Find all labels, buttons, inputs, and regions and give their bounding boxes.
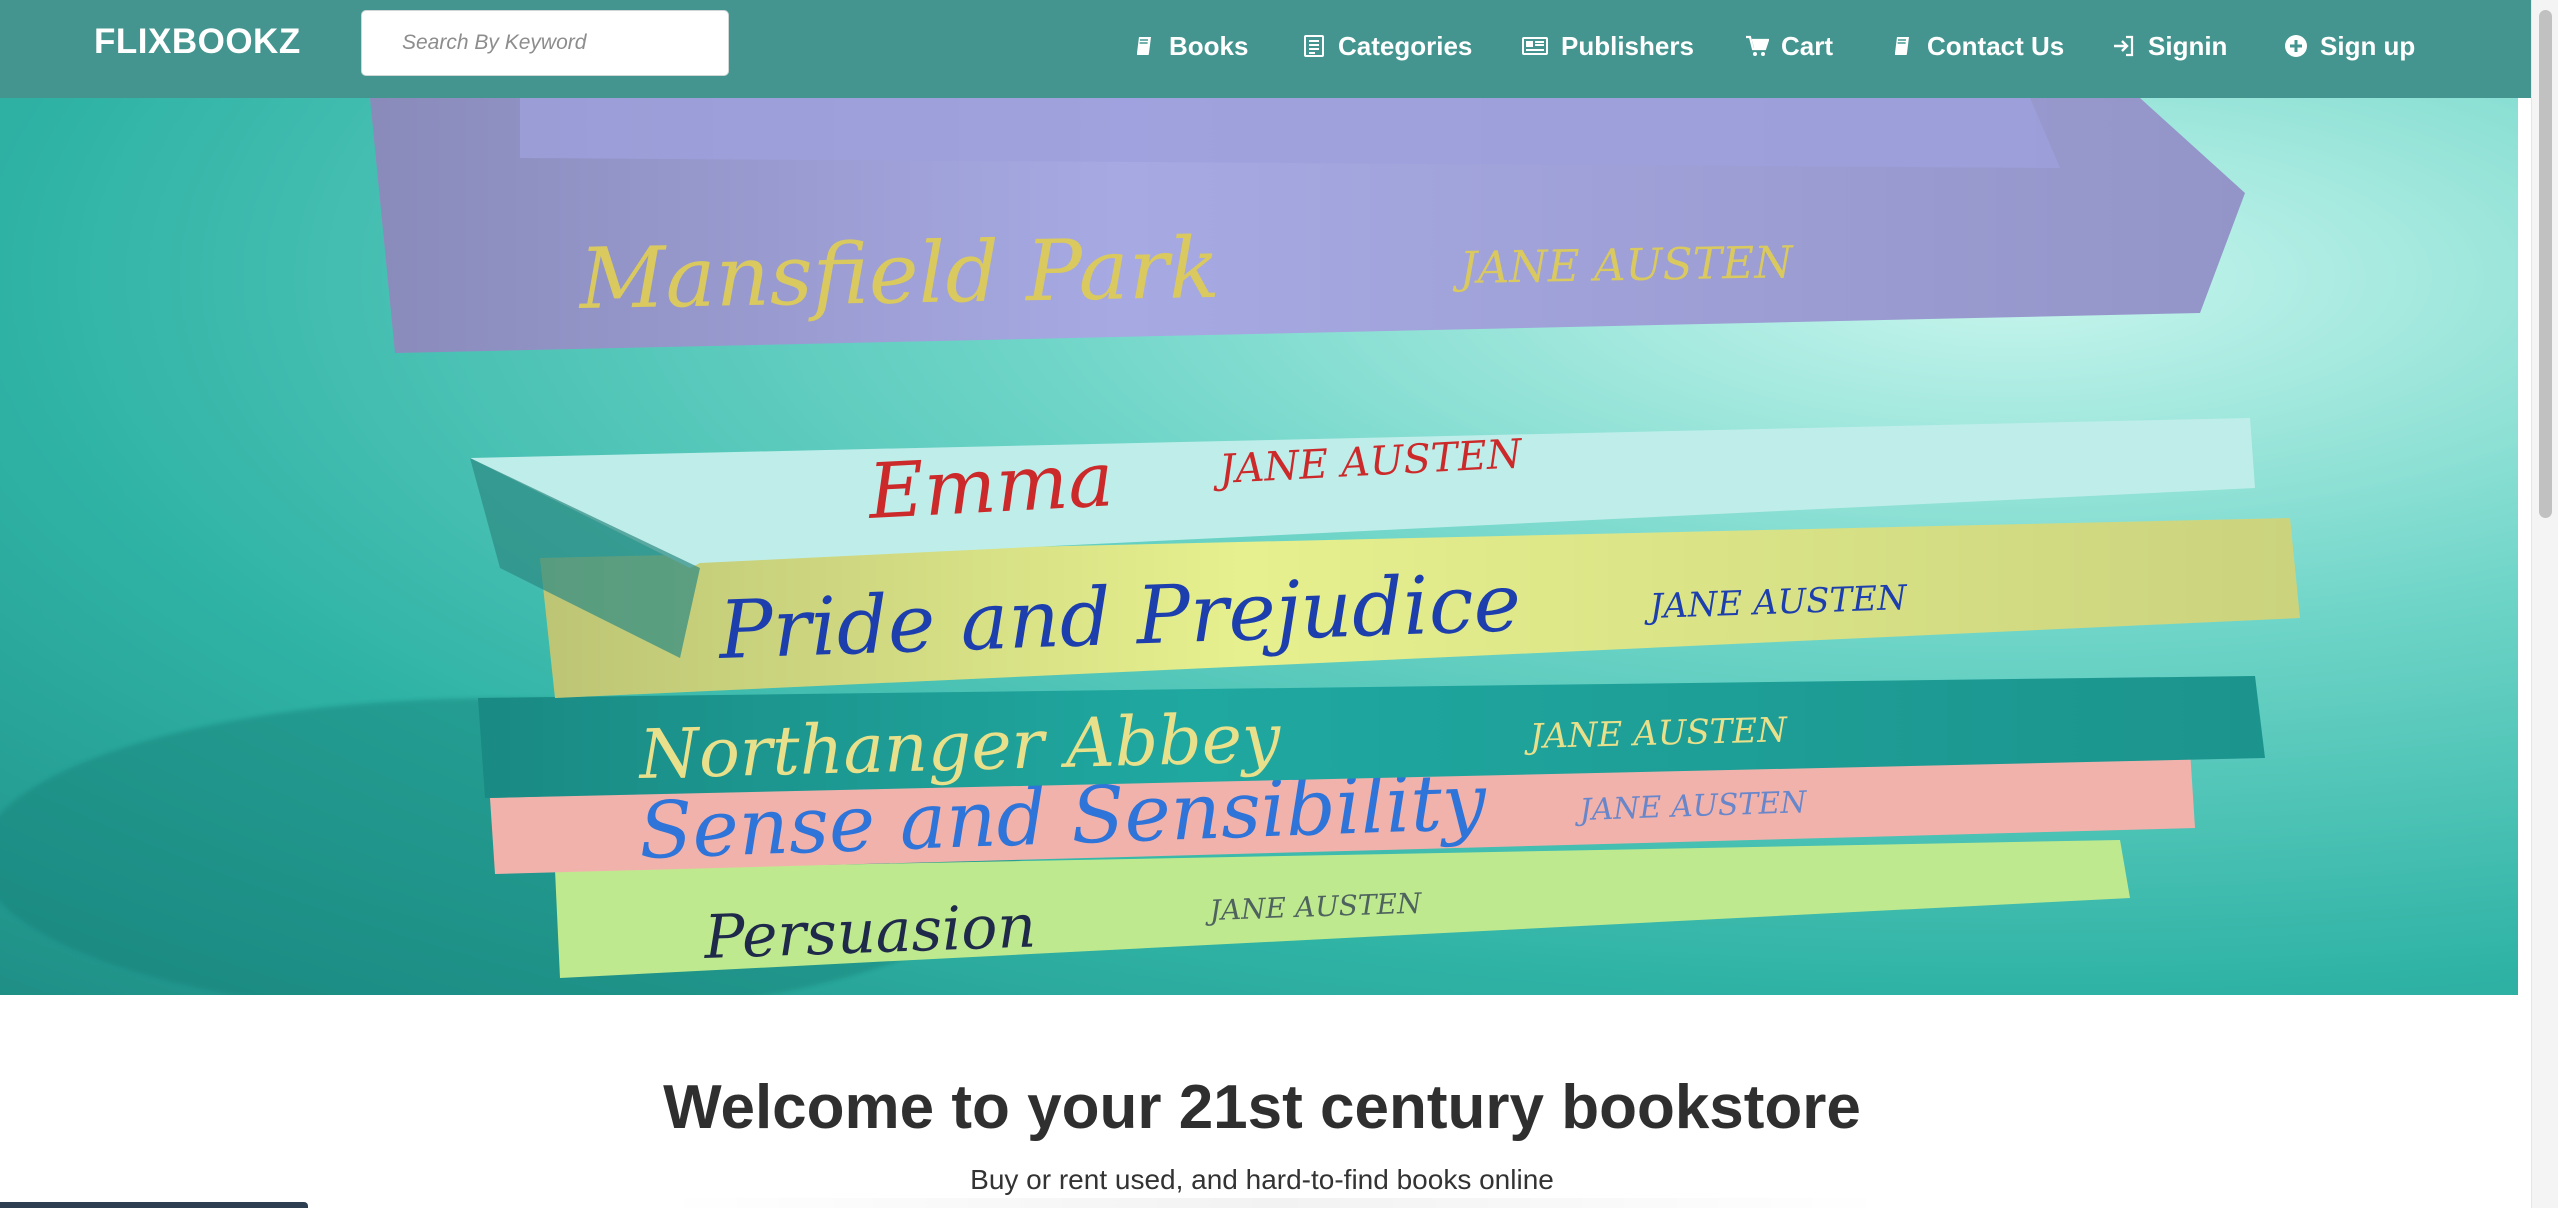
brand-logo[interactable]: FLIXBOOKZ — [94, 22, 301, 62]
nav-publishers-label: Publishers — [1561, 30, 1694, 61]
bottom-left-tab[interactable] — [0, 1202, 308, 1208]
nav-contact-us-label: Contact Us — [1927, 30, 2065, 61]
nav-cart-label: Cart — [1781, 30, 1834, 61]
hero-books-image: Persuasion JANE AUSTEN Sense and Sensibi… — [0, 98, 2518, 995]
cart-icon — [1745, 34, 1769, 58]
book-icon — [1133, 34, 1157, 58]
welcome-heading: Welcome to your 21st century bookstore — [663, 1073, 1861, 1142]
newspaper-icon — [1521, 34, 1549, 58]
nav-categories-label: Categories — [1338, 30, 1473, 61]
spine-title-persuasion: Persuasion — [702, 891, 1037, 973]
spine-title-mansfield: Mansfield Park — [577, 219, 1221, 328]
search-input[interactable] — [361, 10, 729, 76]
nav-books-label: Books — [1169, 30, 1249, 61]
top-navbar: FLIXBOOKZ Books Categories Publishers C — [0, 0, 2531, 98]
welcome-subtitle: Buy or rent used, and hard-to-find books… — [970, 1164, 1554, 1195]
book-spine-mansfield-park: Mansfield Park JANE AUSTEN — [370, 98, 2245, 353]
nav-signin[interactable]: Signin — [2112, 26, 2227, 66]
spine-author-northanger: JANE AUSTEN — [1523, 710, 1789, 757]
nav-contact-us[interactable]: Contact Us — [1891, 26, 2064, 66]
nav-signin-label: Signin — [2148, 30, 2228, 61]
nav-books[interactable]: Books — [1133, 26, 1248, 66]
spine-title-emma: Emma — [864, 434, 1115, 536]
page-scrollbar[interactable] — [2531, 0, 2558, 1208]
sign-in-icon — [2112, 34, 2136, 58]
spine-author-mansfield: JANE AUSTEN — [1451, 237, 1794, 294]
section-shadow — [660, 1198, 1890, 1208]
hero-books-illustration: Persuasion JANE AUSTEN Sense and Sensibi… — [0, 98, 2300, 995]
spine-title-northanger: Northanger Abbey — [636, 699, 1283, 795]
nav-signup[interactable]: Sign up — [2284, 26, 2415, 66]
book-icon — [1891, 34, 1915, 58]
nav-publishers[interactable]: Publishers — [1521, 26, 1694, 66]
nav-categories[interactable]: Categories — [1302, 26, 1472, 66]
nav-signup-label: Sign up — [2320, 30, 2416, 61]
list-icon — [1302, 34, 1326, 58]
nav-cart[interactable]: Cart — [1745, 26, 1833, 66]
plus-circle-icon — [2284, 34, 2308, 58]
scrollbar-thumb[interactable] — [2539, 10, 2552, 518]
